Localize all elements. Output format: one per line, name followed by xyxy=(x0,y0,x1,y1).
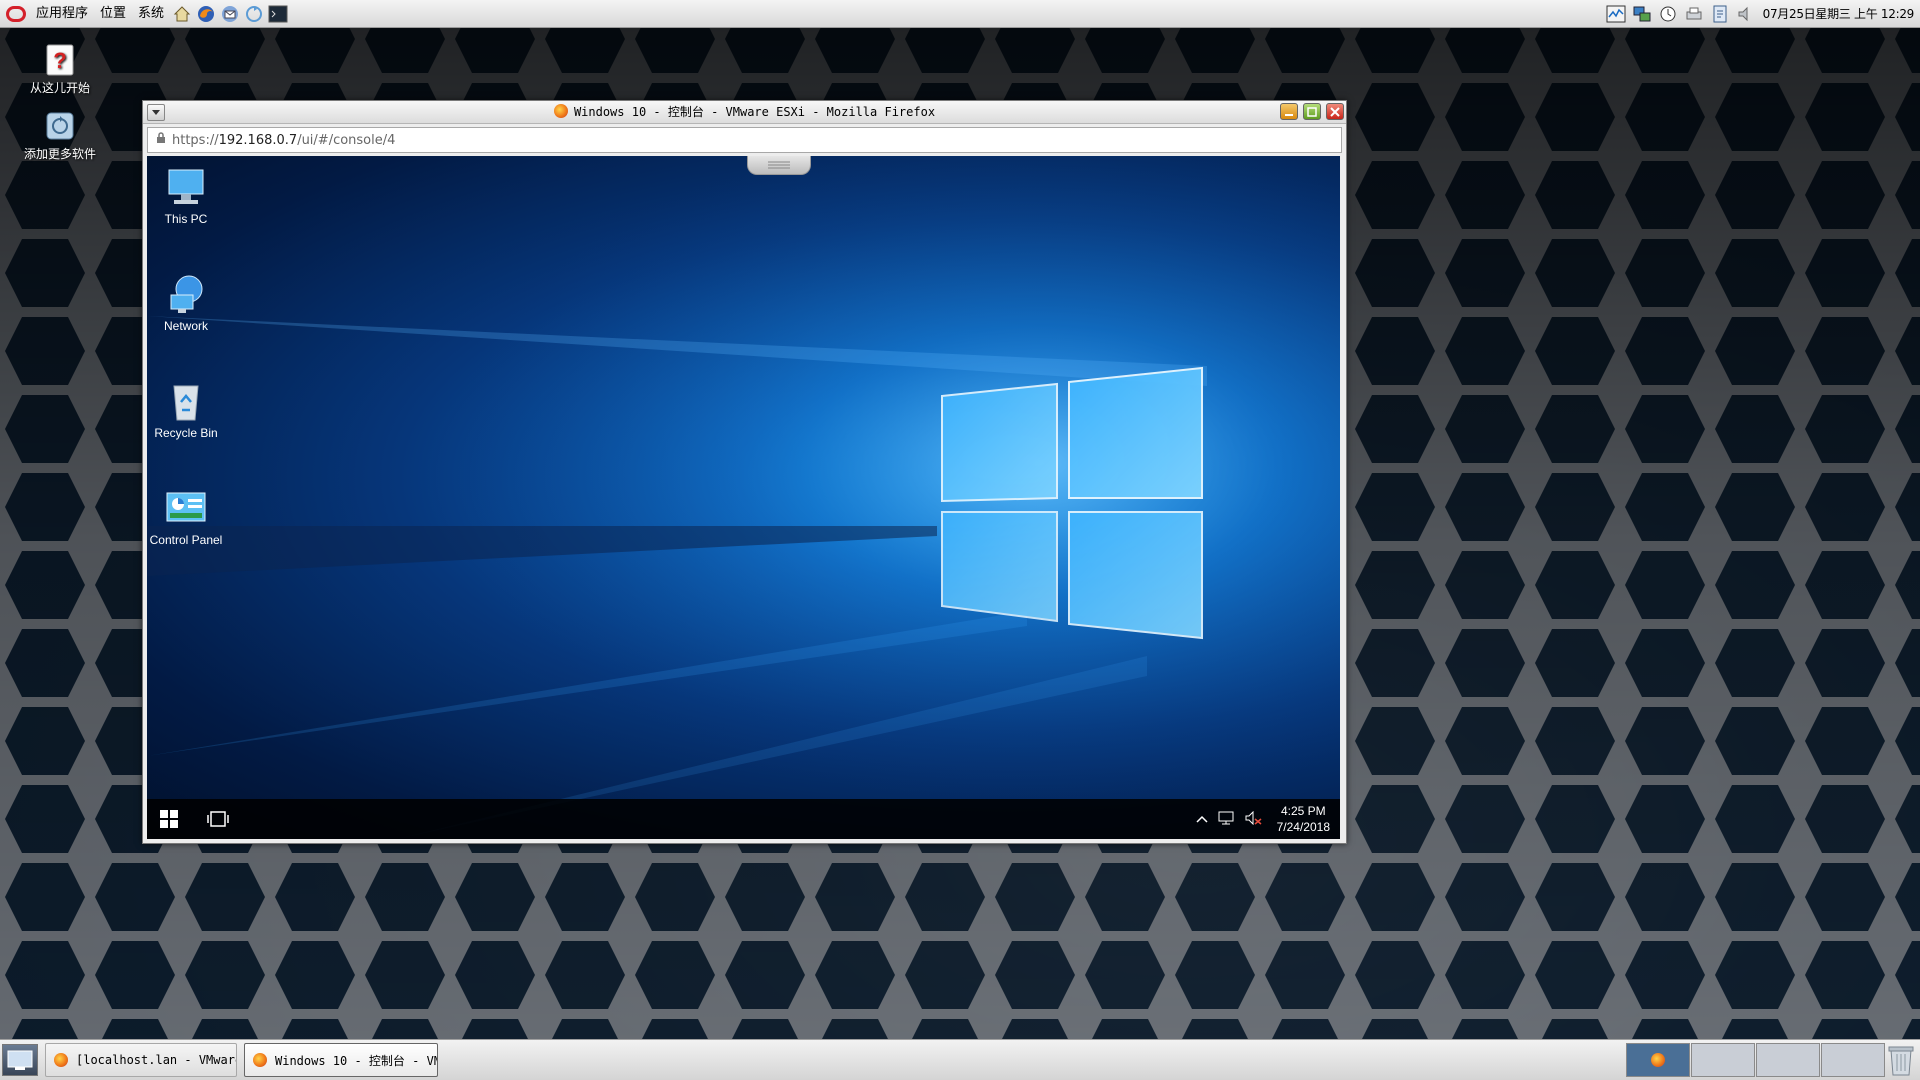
url-bar[interactable]: https://192.168.0.7/ui/#/console/4 xyxy=(147,127,1342,153)
network-status-icon[interactable] xyxy=(1218,811,1234,828)
svg-text:?: ? xyxy=(53,48,66,73)
taskbar-window-label: [localhost.lan - VMware ··· xyxy=(76,1053,236,1067)
firefox-icon xyxy=(553,104,568,118)
oracle-logo-icon[interactable] xyxy=(6,5,26,22)
desktop-icon-label: 从这儿开始 xyxy=(29,81,90,95)
lock-icon[interactable] xyxy=(156,132,166,148)
vm-desktop-icon-label: Network xyxy=(163,319,208,333)
chevron-up-icon[interactable] xyxy=(1196,812,1208,826)
show-desktop-button[interactable] xyxy=(2,1044,38,1076)
windows-logo-icon xyxy=(160,810,178,828)
windows-clock[interactable]: 4:25 PM 7/24/2018 xyxy=(1277,803,1330,835)
volume-muted-icon[interactable] xyxy=(1244,810,1262,828)
window-titlebar[interactable]: Windows 10 - 控制台 - VMware ESXi - Mozilla… xyxy=(143,101,1346,124)
update-icon[interactable] xyxy=(244,4,264,24)
notes-icon[interactable] xyxy=(1709,4,1731,24)
url-scheme: https:// xyxy=(172,132,219,148)
desktop-icon-add-software[interactable]: 添加更多软件 xyxy=(15,110,105,162)
add-software-icon xyxy=(44,110,76,142)
vm-desktop-icon-label: This PC xyxy=(164,212,208,226)
printer-icon[interactable] xyxy=(1683,4,1705,24)
window-title-text: Windows 10 - 控制台 - VMware ESXi - Mozilla… xyxy=(573,105,936,119)
network-icon[interactable] xyxy=(1631,4,1653,24)
taskbar-window-button-active[interactable]: Windows 10 - 控制台 - VM··· xyxy=(244,1043,438,1077)
top-panel-clock[interactable]: 07月25日星期三 上午 12:29 xyxy=(1759,5,1920,22)
bottom-panel: [localhost.lan - VMware ··· Windows 10 -… xyxy=(0,1039,1920,1080)
windows-taskbar: 4:25 PM 7/24/2018 xyxy=(147,799,1340,839)
close-icon xyxy=(1330,106,1340,117)
control-panel-icon xyxy=(165,487,207,529)
vm-desktop-icon-control-panel[interactable]: Control Panel xyxy=(147,487,231,547)
taskbar-window-label: Windows 10 - 控制台 - VM··· xyxy=(275,1053,437,1068)
workspace-2[interactable] xyxy=(1691,1043,1755,1077)
network-icon xyxy=(165,273,207,315)
close-button[interactable] xyxy=(1326,103,1344,120)
task-view-icon xyxy=(207,811,229,827)
vm-desktop-icon-this-pc[interactable]: This PC xyxy=(147,166,231,226)
firefox-icon xyxy=(1651,1053,1665,1067)
trash-icon[interactable] xyxy=(1888,1044,1914,1076)
maximize-icon xyxy=(1307,106,1317,117)
workspace-3[interactable] xyxy=(1756,1043,1820,1077)
home-folder-icon[interactable] xyxy=(172,4,192,24)
menu-applications[interactable]: 应用程序 xyxy=(30,0,94,27)
firefox-icon xyxy=(253,1053,267,1067)
firefox-icon xyxy=(54,1053,68,1067)
windows-hero-wallpaper xyxy=(147,156,1340,839)
top-panel: 应用程序 位置 系统 07月25日星期三 上午 12:29 xyxy=(0,0,1920,28)
clock-icon[interactable] xyxy=(1657,4,1679,24)
windows-time: 4:25 PM xyxy=(1280,804,1326,818)
this-pc-icon xyxy=(165,166,207,208)
help-icon: ? xyxy=(44,44,76,76)
firefox-icon[interactable] xyxy=(196,4,216,24)
firefox-window: Windows 10 - 控制台 - VMware ESXi - Mozilla… xyxy=(142,100,1347,844)
terminal-icon[interactable] xyxy=(268,4,288,24)
vm-desktop-icon-label: Recycle Bin xyxy=(154,426,218,440)
desktop-icon-start-here[interactable]: ? 从这儿开始 xyxy=(15,44,105,96)
windows-start-button[interactable] xyxy=(159,809,179,829)
vm-console-screen[interactable]: This PC Network Recycle Bin Control Pane… xyxy=(147,156,1340,839)
vm-desktop-icon-recycle-bin[interactable]: Recycle Bin xyxy=(147,380,231,440)
menu-places[interactable]: 位置 xyxy=(94,0,132,27)
console-toolbar-handle[interactable] xyxy=(747,156,811,175)
minimize-icon xyxy=(1285,113,1293,116)
desktop-icon-label: 添加更多软件 xyxy=(23,147,96,161)
workspace-switcher xyxy=(1626,1043,1886,1077)
menu-lines-icon xyxy=(768,161,790,169)
task-view-button[interactable] xyxy=(207,810,229,828)
maximize-button[interactable] xyxy=(1303,103,1321,120)
workspace-4[interactable] xyxy=(1821,1043,1885,1077)
url-path: /ui/#/console/4 xyxy=(297,132,396,148)
volume-icon[interactable] xyxy=(1735,4,1757,24)
top-panel-tray: 07月25日星期三 上午 12:29 xyxy=(1603,0,1920,27)
vm-desktop-icon-network[interactable]: Network xyxy=(147,273,231,333)
recycle-bin-icon xyxy=(165,380,207,422)
taskbar-window-button[interactable]: [localhost.lan - VMware ··· xyxy=(45,1043,237,1077)
minimize-button[interactable] xyxy=(1280,103,1298,120)
main-menu-bar: 应用程序 位置 系统 xyxy=(0,0,290,27)
workspace-1[interactable] xyxy=(1626,1043,1690,1077)
system-monitor-icon[interactable] xyxy=(1605,4,1627,24)
show-desktop-icon xyxy=(7,1050,33,1070)
url-host: 192.168.0.7 xyxy=(218,132,298,148)
windows-date: 7/24/2018 xyxy=(1276,820,1330,834)
menu-system[interactable]: 系统 xyxy=(132,0,170,27)
mail-icon[interactable] xyxy=(220,4,240,24)
vm-desktop-icon-label: Control Panel xyxy=(149,533,223,547)
windows-system-tray: 4:25 PM 7/24/2018 xyxy=(1191,799,1330,839)
window-title: Windows 10 - 控制台 - VMware ESXi - Mozilla… xyxy=(143,101,1346,123)
